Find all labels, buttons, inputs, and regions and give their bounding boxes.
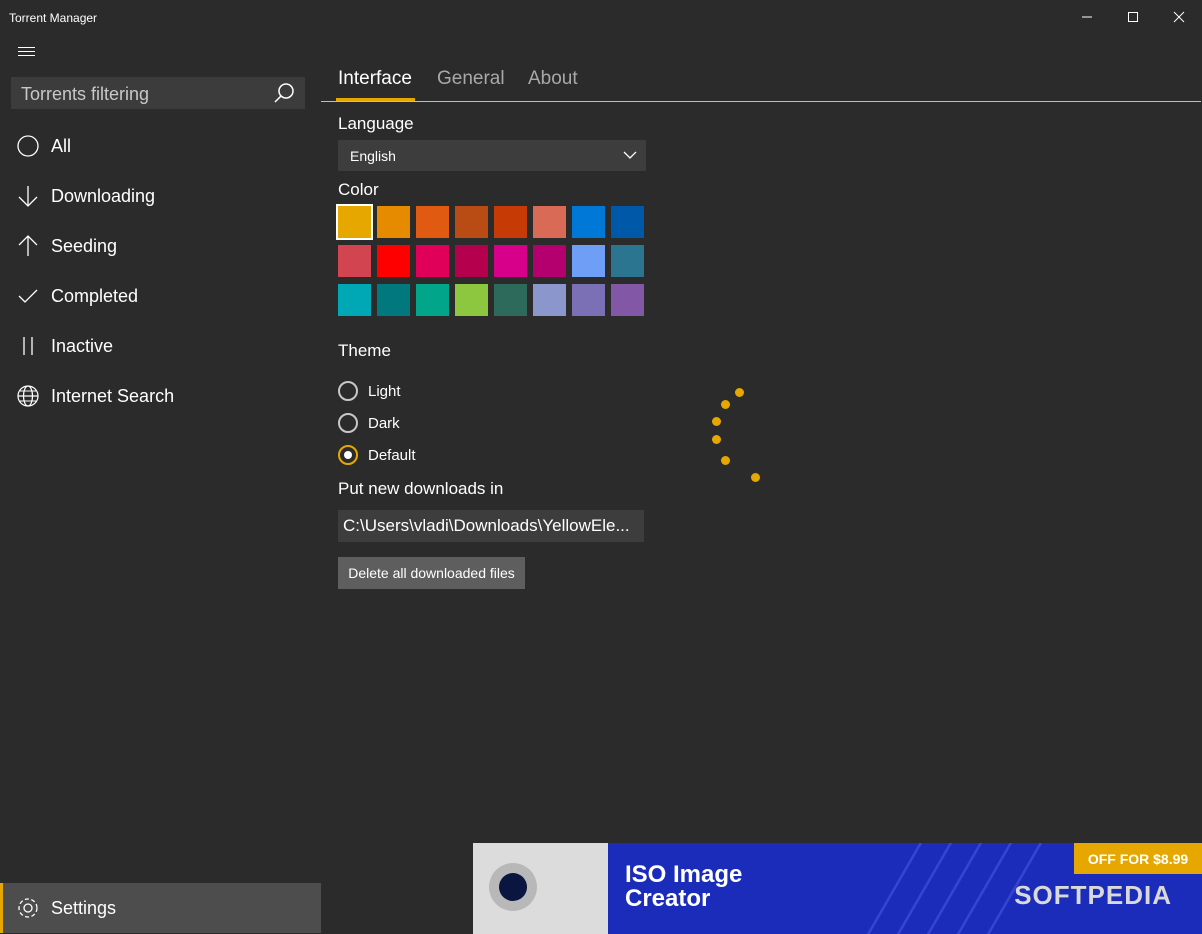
color-swatch[interactable] [494,245,527,277]
color-swatch[interactable] [611,206,644,238]
minimize-button[interactable] [1064,0,1110,34]
chevron-down-icon [623,151,637,159]
torrents-filter-search[interactable]: Torrents filtering [11,77,305,109]
color-swatch[interactable] [494,284,527,316]
gear-icon [14,895,41,922]
downloads-path: C:\Users\vladi\Downloads\YellowEle... [343,516,630,535]
color-swatch[interactable] [533,245,566,277]
sidebar-item-label: Completed [51,285,139,306]
language-value: English [350,148,396,164]
radio-button[interactable] [338,413,358,433]
close-icon [1173,11,1185,23]
radio-label: Dark [368,414,400,432]
radio-label: Default [368,446,416,464]
maximize-button[interactable] [1110,0,1156,34]
color-swatch[interactable] [494,206,527,238]
color-swatch[interactable] [377,284,410,316]
sidebar: Torrents filtering All Downloading Seedi… [0,34,321,934]
color-swatch[interactable] [336,204,373,240]
tab-general[interactable]: General [437,68,505,90]
tab-interface[interactable]: Interface [338,68,412,90]
window-title: Torrent Manager [9,11,98,25]
hamburger-menu-icon[interactable] [18,47,35,60]
radio-button[interactable] [338,381,358,401]
downloads-folder-field[interactable]: C:\Users\vladi\Downloads\YellowEle... [338,510,644,542]
color-swatch[interactable] [611,245,644,277]
close-button[interactable] [1156,0,1202,34]
sidebar-item-settings[interactable]: Settings [0,883,321,933]
downloads-folder-label: Put new downloads in [338,479,504,498]
color-swatch[interactable] [377,206,410,238]
globe-icon [14,383,41,410]
tab-about[interactable]: About [528,68,578,90]
color-swatch[interactable] [455,245,488,277]
advertisement-banner[interactable]: ISO Image Creator OFF FOR $8.99 SOFTPEDI… [473,843,1202,934]
arrow-up-icon [14,233,41,260]
checkmark-icon [14,283,41,310]
softpedia-watermark: SOFTPEDIA [1014,880,1172,910]
sidebar-item-label: Inactive [51,335,114,356]
color-swatch[interactable] [338,284,371,316]
settings-tabs: Interface General About [321,64,1201,102]
active-tab-indicator [336,98,415,101]
sidebar-item-seeding[interactable]: Seeding [0,221,321,271]
ad-title-line: Creator [625,885,711,912]
color-swatch[interactable] [611,284,644,316]
sidebar-item-internet-search[interactable]: Internet Search [0,371,321,421]
color-swatch[interactable] [572,245,605,277]
search-placeholder: Torrents filtering [21,84,150,104]
theme-radio-dark[interactable]: Dark [338,413,400,433]
sidebar-item-label: Settings [51,897,117,918]
color-swatch[interactable] [572,206,605,238]
radio-button-selected[interactable] [338,445,358,465]
color-swatch[interactable] [533,206,566,238]
maximize-icon [1128,12,1138,22]
color-swatch[interactable] [338,245,371,277]
sidebar-item-label: All [51,135,72,156]
radio-label: Light [368,382,401,400]
sidebar-item-downloading[interactable]: Downloading [0,171,321,221]
theme-label: Theme [338,341,391,360]
title-bar: Torrent Manager [0,0,1202,34]
circle-icon [14,133,41,160]
sidebar-item-completed[interactable]: Completed [0,271,321,321]
language-label: Language [338,114,414,133]
sidebar-item-all[interactable]: All [0,121,321,171]
ad-image [473,843,608,934]
search-icon[interactable] [273,82,295,104]
color-swatch[interactable] [455,284,488,316]
sidebar-item-label: Internet Search [51,385,175,406]
sidebar-item-label: Downloading [51,185,156,206]
ad-title: ISO Image Creator [625,863,742,911]
minimize-icon [1082,16,1092,18]
ad-title-line: ISO Image [625,861,743,888]
color-swatch[interactable] [416,245,449,277]
delete-all-files-button[interactable]: Delete all downloaded files [338,557,525,589]
sidebar-item-label: Seeding [51,235,118,256]
sidebar-item-inactive[interactable]: Inactive [0,321,321,371]
theme-radio-light[interactable]: Light [338,381,401,401]
theme-radio-default[interactable]: Default [338,445,416,465]
color-label: Color [338,180,379,199]
pause-icon [14,333,41,360]
disc-icon [489,863,537,911]
settings-panel: Interface General About Language English… [321,34,1202,934]
language-dropdown[interactable]: English [338,140,646,171]
color-swatch[interactable] [377,245,410,277]
color-swatch[interactable] [533,284,566,316]
color-swatch[interactable] [572,284,605,316]
ad-offer-badge[interactable]: OFF FOR $8.99 [1074,843,1202,874]
color-swatch[interactable] [455,206,488,238]
arrow-down-icon [14,183,41,210]
color-swatch[interactable] [416,284,449,316]
color-swatch[interactable] [416,206,449,238]
